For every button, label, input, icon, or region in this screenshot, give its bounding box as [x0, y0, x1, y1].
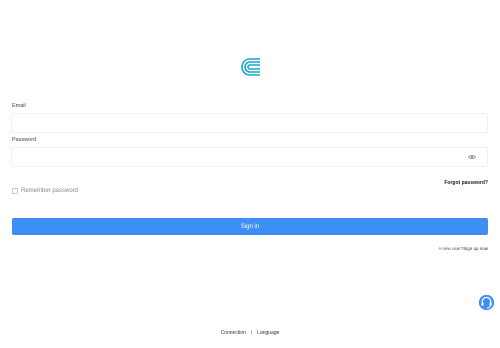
email-field[interactable]	[11, 113, 488, 133]
email-label: Email	[12, 103, 26, 109]
footer: Connection | Language	[0, 330, 500, 336]
brand-logo-icon	[241, 58, 260, 76]
sign-up-link[interactable]: Sign up now	[463, 246, 488, 251]
forgot-password-link[interactable]: Forgot password?	[444, 180, 488, 186]
sign-in-button[interactable]: Sign in	[12, 218, 488, 235]
remember-password-label: Remember password	[21, 188, 79, 194]
eye-icon[interactable]	[468, 154, 476, 160]
remember-password-option[interactable]: Remember password	[12, 188, 78, 194]
signup-prompt: A new user?Sign up now	[438, 246, 488, 251]
new-user-text: A new user?	[438, 246, 464, 251]
footer-separator: |	[250, 330, 253, 336]
customer-support-icon[interactable]	[478, 294, 495, 311]
remember-password-checkbox[interactable]	[12, 188, 18, 194]
language-link[interactable]: Language	[257, 330, 279, 336]
password-field[interactable]	[11, 147, 488, 167]
password-label: Password	[12, 137, 37, 143]
connection-link[interactable]: Connection	[221, 330, 246, 336]
